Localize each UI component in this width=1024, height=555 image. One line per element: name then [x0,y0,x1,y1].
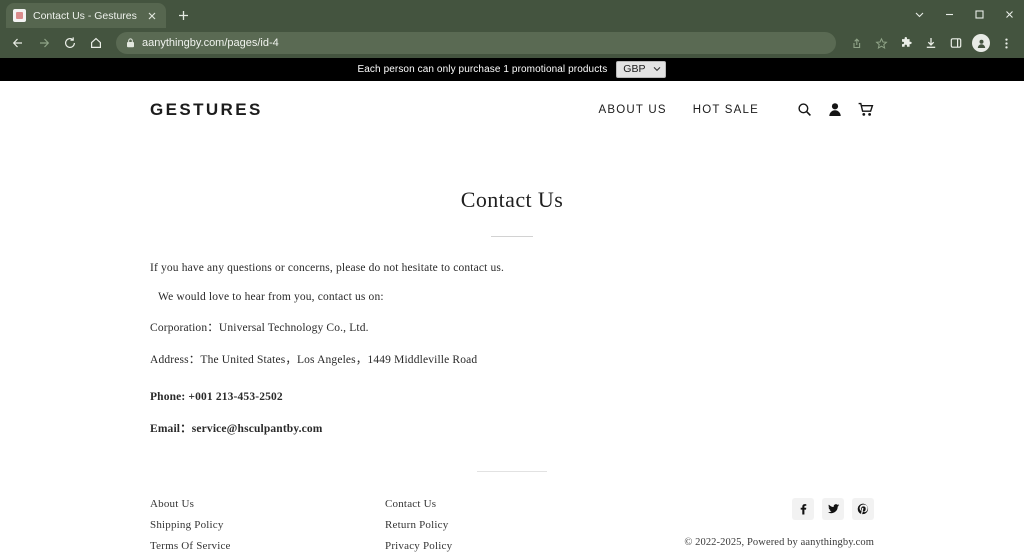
address-bar[interactable]: aanythingby.com/pages/id-4 [116,32,836,54]
three-dot-menu-icon[interactable] [994,31,1018,55]
share-icon[interactable] [844,31,868,55]
currency-selector[interactable]: GBP [616,61,667,78]
contact-intro-line-1: If you have any questions or concerns, p… [150,262,505,274]
minimize-icon[interactable] [934,0,964,28]
back-icon[interactable] [6,31,30,55]
maximize-icon[interactable] [964,0,994,28]
corporation-line: Corporation：Universal Technology Co., Lt… [150,322,369,334]
page-viewport: Each person can only purchase 1 promotio… [0,58,1024,555]
main-navigation: ABOUT US HOT SALE [599,102,874,117]
puzzle-icon[interactable] [894,31,918,55]
footer-column-2: Contact Us Return Policy Privacy Policy [385,498,620,555]
email-line: Email：service@hsculpantby.com [150,422,323,435]
footer-link-terms-of-service[interactable]: Terms Of Service [150,540,385,552]
home-icon[interactable] [84,31,108,55]
browser-toolbar: aanythingby.com/pages/id-4 [0,28,1024,58]
new-tab-button[interactable] [170,3,196,28]
announcement-text: Each person can only purchase 1 promotio… [357,64,608,75]
phone-line: Phone: +001 213-453-2502 [150,391,283,403]
site-favicon [13,9,26,22]
page-title: Contact Us [460,187,564,212]
copyright-text: © 2022-2025, Powered by aanythingby.com [684,537,874,548]
lock-icon [126,38,135,48]
footer-link-privacy-policy[interactable]: Privacy Policy [385,540,620,552]
forward-icon[interactable] [32,31,56,55]
contact-intro-line-2: We would love to hear from you, contact … [158,290,384,303]
site-footer: About Us Shipping Policy Terms Of Servic… [0,472,1024,555]
header-icons [797,102,874,117]
footer-link-contact-us[interactable]: Contact Us [385,498,620,510]
account-icon[interactable] [828,102,842,117]
announcement-bar: Each person can only purchase 1 promotio… [0,58,1024,81]
toolbar-actions [844,31,1018,55]
title-divider [491,236,533,237]
window-controls [904,0,1024,28]
reload-icon[interactable] [58,31,82,55]
footer-link-about-us[interactable]: About Us [150,498,385,510]
chevron-down-icon[interactable] [904,0,934,28]
currency-value: GBP [623,63,646,76]
profile-avatar-icon[interactable] [969,31,993,55]
footer-link-shipping-policy[interactable]: Shipping Policy [150,519,385,531]
browser-tab[interactable]: Contact Us - Gestures [6,3,166,28]
close-icon[interactable] [144,8,159,23]
footer-column-1: About Us Shipping Policy Terms Of Servic… [150,498,385,555]
site-logo[interactable]: GESTURES [150,100,263,120]
tab-strip: Contact Us - Gestures [0,0,1024,28]
facebook-icon[interactable] [792,498,814,520]
browser-window: Contact Us - Gestures aanythingby.com/pa… [0,0,1024,555]
tab-title: Contact Us - Gestures [33,9,137,22]
twitter-icon[interactable] [822,498,844,520]
search-icon[interactable] [797,102,812,117]
social-links [684,498,874,520]
download-icon[interactable] [919,31,943,55]
chevron-down-icon [653,63,661,76]
pinterest-icon[interactable] [852,498,874,520]
side-panel-icon[interactable] [944,31,968,55]
close-window-icon[interactable] [994,0,1024,28]
footer-link-return-policy[interactable]: Return Policy [385,519,620,531]
address-line: Address：The United States，Los Angeles，14… [150,353,478,366]
address-bar-url: aanythingby.com/pages/id-4 [142,37,279,49]
page-content: If you have any questions or concerns, p… [0,262,1024,435]
cart-icon[interactable] [858,102,874,117]
site-header: GESTURES ABOUT US HOT SALE [0,81,1024,138]
star-icon[interactable] [869,31,893,55]
nav-about-us[interactable]: ABOUT US [599,104,667,116]
footer-right: © 2022-2025, Powered by aanythingby.com … [684,498,874,555]
nav-hot-sale[interactable]: HOT SALE [693,104,759,116]
